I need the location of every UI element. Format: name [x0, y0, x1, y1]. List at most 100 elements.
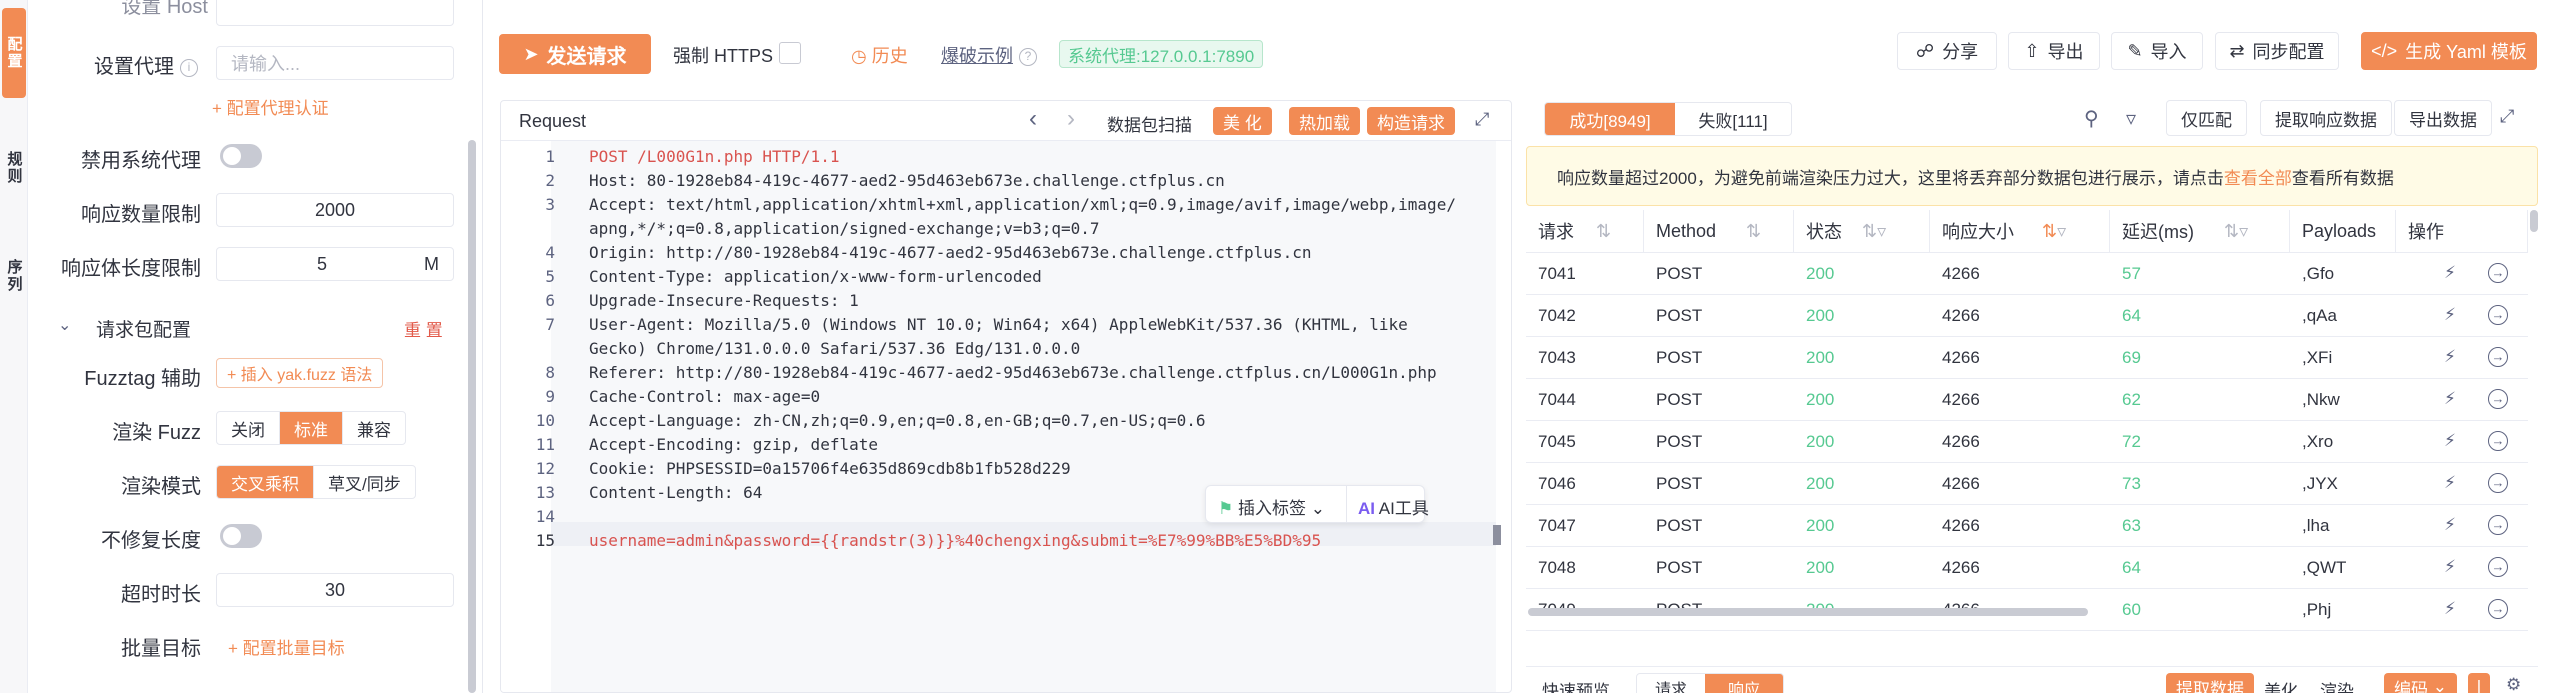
col-payloads[interactable]: Payloads	[2290, 210, 2396, 252]
open-arrow-icon[interactable]: →	[2488, 305, 2508, 325]
open-arrow-icon[interactable]: →	[2488, 431, 2508, 451]
yaml-template-button[interactable]: </> 生成 Yaml 模板	[2361, 32, 2537, 70]
fail-tab[interactable]: 失败[111]	[1675, 103, 1791, 135]
open-arrow-icon[interactable]: →	[2488, 389, 2508, 409]
construct-request-button[interactable]: 构造请求	[1367, 107, 1455, 135]
render-toggle[interactable]: 渲染	[2320, 677, 2354, 693]
sort-filter-icon[interactable]: ⇅▿	[2224, 221, 2248, 242]
sort-icon[interactable]: ⇅	[1596, 221, 1611, 242]
sync-config-button[interactable]: ⇄ 同步配置	[2215, 32, 2339, 70]
forward-arrow-icon[interactable]: ›	[1067, 105, 1075, 133]
history-button[interactable]: ◷ 历史	[851, 42, 908, 68]
open-arrow-icon[interactable]: →	[2488, 557, 2508, 577]
packet-scan-button[interactable]: 数据包扫描	[1107, 111, 1192, 136]
table-row[interactable]: 7044 POST 200 4266 62 ,Nkw ⚡ →	[1526, 379, 2528, 421]
gear-icon[interactable]: ⚙	[2506, 675, 2521, 693]
extract-response-button[interactable]: 提取响应数据	[2260, 100, 2392, 136]
view-all-link[interactable]: 查看全部	[2224, 164, 2292, 189]
rail-tab-sequence[interactable]: 序列	[2, 236, 26, 316]
flash-icon[interactable]: ⚡	[2444, 263, 2456, 283]
ai-tool-button[interactable]: AI AI工具	[1358, 494, 1429, 519]
insert-fuzz-button[interactable]: + 插入 yak.fuzz 语法	[216, 358, 384, 388]
table-row[interactable]: 7046 POST 200 4266 73 ,JYX ⚡ →	[1526, 463, 2528, 505]
col-status[interactable]: 状态 ⇅▿	[1794, 210, 1930, 252]
render-mode-cross[interactable]: 交叉乘积	[217, 466, 314, 498]
table-row[interactable]: 7045 POST 200 4266 72 ,Xro ⚡ →	[1526, 421, 2528, 463]
success-tab[interactable]: 成功[8949]	[1545, 103, 1675, 135]
render-fuzz-off[interactable]: 关闭	[217, 412, 280, 444]
flash-icon[interactable]: ⚡	[2444, 557, 2456, 577]
open-arrow-icon[interactable]: →	[2488, 599, 2508, 619]
share-button[interactable]: ☍ 分享	[1897, 32, 1997, 70]
flash-icon[interactable]: ⚡	[2444, 305, 2456, 325]
flash-icon[interactable]: ⚡	[2444, 389, 2456, 409]
extract-data-button[interactable]: 提取数据	[2166, 673, 2254, 693]
flash-icon[interactable]: ⚡	[2444, 599, 2456, 619]
cell-delay: 60	[2122, 600, 2141, 619]
host-input[interactable]	[216, 0, 454, 26]
search-icon[interactable]: ⚲	[2084, 106, 2099, 131]
render-mode-pitchfork[interactable]: 草叉/同步	[314, 466, 415, 498]
divider	[1346, 486, 1347, 522]
left-scrollbar[interactable]	[468, 140, 476, 693]
send-request-button[interactable]: ➤ 发送请求	[499, 34, 651, 74]
more-button[interactable]: |	[2468, 673, 2490, 693]
sort-icon[interactable]: ⇅	[1746, 221, 1761, 242]
render-fuzz-compat[interactable]: 兼容	[343, 412, 405, 444]
table-row[interactable]: 7041 POST 200 4266 57 ,Gfo ⚡ →	[1526, 253, 2528, 295]
export-data-button[interactable]: 导出数据	[2394, 100, 2492, 136]
cell-request: 7043	[1538, 348, 1576, 367]
flash-icon[interactable]: ⚡	[2444, 431, 2456, 451]
table-row[interactable]: 7048 POST 200 4266 64 ,QWT ⚡ →	[1526, 547, 2528, 589]
insert-tag-button[interactable]: ⚑ 插入标签 ⌄	[1218, 494, 1325, 519]
open-arrow-icon[interactable]: →	[2488, 263, 2508, 283]
import-button[interactable]: ✎ 导入	[2111, 32, 2203, 70]
col-size[interactable]: 响应大小 ⇅▿	[1930, 210, 2110, 252]
body-limit-input[interactable]: 5M	[216, 247, 454, 281]
table-scrollbar-h[interactable]	[1528, 608, 2088, 616]
force-https-checkbox[interactable]	[779, 42, 801, 64]
back-arrow-icon[interactable]: ‹	[1029, 105, 1037, 133]
fullscreen-icon[interactable]: ⤢	[1475, 109, 1489, 130]
preview-request-tab[interactable]: 请求	[1637, 674, 1705, 693]
preview-response-tab[interactable]: 响应	[1705, 674, 1783, 693]
table-row[interactable]: 7042 POST 200 4266 64 ,qAa ⚡ →	[1526, 295, 2528, 337]
open-arrow-icon[interactable]: →	[2488, 347, 2508, 367]
proxy-input[interactable]: 请输入...	[216, 46, 454, 80]
batch-target-link[interactable]: + 配置批量目标	[228, 634, 345, 659]
col-method[interactable]: Method ⇅	[1644, 210, 1794, 252]
col-request[interactable]: 请求 ⇅	[1526, 210, 1644, 252]
flash-icon[interactable]: ⚡	[2444, 515, 2456, 535]
cell-request: 7048	[1538, 558, 1576, 577]
table-row[interactable]: 7043 POST 200 4266 69 ,XFi ⚡ →	[1526, 337, 2528, 379]
table-scrollbar-v[interactable]	[2530, 210, 2538, 232]
beautify-button[interactable]: 美 化	[1213, 107, 1272, 135]
chevron-down-icon[interactable]: ⌄	[58, 315, 71, 335]
timeout-input[interactable]: 30	[216, 573, 454, 607]
flash-icon[interactable]: ⚡	[2444, 473, 2456, 493]
disable-proxy-toggle[interactable]	[220, 144, 262, 168]
filter-icon[interactable]: ▿	[2126, 106, 2136, 131]
open-arrow-icon[interactable]: →	[2488, 515, 2508, 535]
table-row[interactable]: 7047 POST 200 4266 63 ,lha ⚡ →	[1526, 505, 2528, 547]
beautify-toggle[interactable]: 美化	[2264, 677, 2298, 693]
resp-limit-input[interactable]: 2000	[216, 193, 454, 227]
export-button[interactable]: ⇧ 导出	[2008, 32, 2100, 70]
only-match-button[interactable]: 仅匹配	[2166, 100, 2247, 136]
code-line: Referer: http://80-1928eb84-419c-4677-ae…	[589, 363, 1437, 382]
flash-icon[interactable]: ⚡	[2444, 347, 2456, 367]
col-delay[interactable]: 延迟(ms) ⇅▿	[2110, 210, 2290, 252]
examples-link[interactable]: 爆破示例?	[941, 42, 1037, 68]
render-fuzz-standard[interactable]: 标准	[280, 412, 343, 444]
reset-button[interactable]: 重 置	[404, 316, 443, 341]
rail-tab-config[interactable]: 配置	[2, 8, 26, 98]
sort-filter-icon[interactable]: ⇅▿	[1862, 221, 1886, 242]
hotload-button[interactable]: 热加载	[1289, 107, 1360, 135]
encode-button[interactable]: 编码 ⌄	[2384, 673, 2457, 693]
open-arrow-icon[interactable]: →	[2488, 473, 2508, 493]
rail-tab-rules[interactable]: 规则	[2, 128, 26, 208]
sort-filter-icon[interactable]: ⇅▿	[2042, 221, 2066, 242]
no-fix-len-toggle[interactable]	[220, 524, 262, 548]
proxy-auth-link[interactable]: + 配置代理认证	[212, 94, 329, 119]
fullscreen-icon[interactable]: ⤢	[2500, 106, 2514, 127]
